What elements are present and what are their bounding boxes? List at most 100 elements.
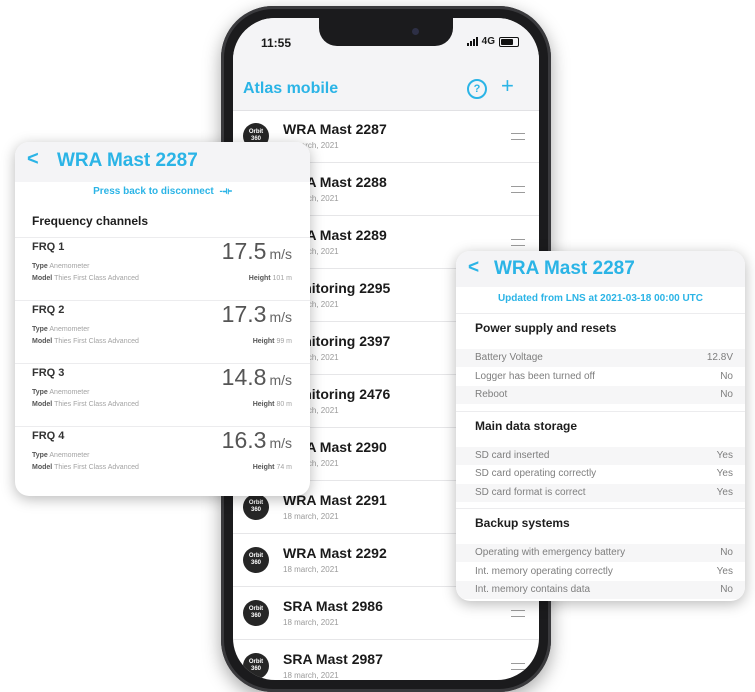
logo-text-line: 360: [250, 666, 261, 672]
drag-handle-icon[interactable]: [511, 133, 525, 140]
frequency-channel[interactable]: FRQ 3 14.8 m/s Type Anemometer Model Thies F…: [15, 363, 310, 424]
network-label: 4G: [481, 36, 495, 47]
status-row: Int. memory contains data No: [456, 581, 745, 599]
frequency-card-header: < WRA Mast 2287: [15, 142, 310, 182]
channel-model: Model Thies First Class Advanced: [32, 338, 139, 345]
channel-model: Model Thies First Class Advanced: [32, 464, 139, 471]
channel-value-unit: m/s: [269, 246, 292, 262]
orbit360-logo: Orbit360: [243, 494, 269, 520]
status-value: Yes: [716, 468, 733, 479]
help-icon[interactable]: ?: [467, 79, 487, 99]
type-value: Anemometer: [49, 389, 90, 396]
model-label: Model: [32, 275, 53, 282]
channel-label: FRQ 2: [32, 304, 65, 316]
station-name: SRA Mast 2987: [283, 651, 383, 667]
model-label: Model: [32, 338, 53, 345]
status-key: SD card inserted: [475, 449, 550, 461]
channel-value: 16.3 m/s: [222, 427, 292, 454]
frequency-card-title: WRA Mast 2287: [57, 150, 198, 171]
channel-type: Type Anemometer: [32, 452, 89, 459]
back-chevron-icon[interactable]: <: [468, 257, 479, 279]
type-value: Anemometer: [49, 452, 90, 459]
station-date: 18 march, 2021: [283, 512, 339, 521]
model-label: Model: [32, 464, 53, 471]
channel-value-number: 17.5: [221, 238, 267, 264]
type-label: Type: [32, 263, 48, 270]
frequency-channel[interactable]: FRQ 1 17.5 m/s Type Anemometer Model Thies F…: [15, 237, 310, 298]
height-label: Height: [252, 338, 275, 345]
status-key: SD card operating correctly: [475, 468, 597, 479]
back-chevron-icon[interactable]: <: [27, 148, 39, 171]
model-value: Thies First Class Advanced: [54, 338, 139, 345]
channel-type: Type Anemometer: [32, 326, 89, 333]
height-label: Height: [252, 401, 275, 408]
height-value: 74 m: [276, 464, 292, 471]
status-row: SD card inserted Yes: [456, 446, 745, 465]
status-indicators: 4G: [466, 36, 519, 47]
type-label: Type: [32, 326, 48, 333]
status-value: No: [720, 547, 733, 558]
logo-text-line: Orbit: [248, 606, 264, 612]
station-date: 18 march, 2021: [283, 565, 339, 574]
status-card-title: WRA Mast 2287: [494, 258, 635, 279]
channel-height: Height 99 m: [253, 338, 292, 345]
orbit360-logo: Orbit360: [243, 600, 269, 626]
group-divider: [456, 410, 745, 412]
disconnect-text: Press back to disconnect: [93, 186, 214, 197]
status-card-header: < WRA Mast 2287: [456, 251, 745, 287]
frequency-channel[interactable]: FRQ 2 17.3 m/s Type Anemometer Model Thies F…: [15, 300, 310, 361]
add-icon[interactable]: +: [501, 74, 514, 98]
status-row: SD card operating correctly Yes: [456, 465, 745, 483]
channel-value-number: 14.8: [221, 364, 267, 390]
logo-text-line: Orbit: [248, 500, 264, 506]
status-row: SD card format is correct Yes: [456, 483, 745, 502]
channel-value-unit: m/s: [269, 372, 292, 388]
app-header: Atlas mobile ? +: [233, 58, 539, 111]
station-name: SRA Mast 2986: [283, 598, 383, 614]
height-label: Height: [252, 464, 275, 471]
channel-value: 17.3 m/s: [222, 301, 292, 328]
status-time: 11:55: [261, 36, 292, 50]
station-row[interactable]: Orbit 360 SRA Mast 2987 18 march, 2021: [233, 640, 539, 680]
status-key: Battery Voltage: [475, 352, 543, 363]
channel-height: Height 80 m: [253, 401, 292, 408]
status-key: Reboot: [475, 389, 508, 400]
frequency-channel[interactable]: FRQ 4 16.3 m/s Type Anemometer Model Thies F…: [15, 426, 310, 487]
status-value: 12.8V: [706, 352, 733, 363]
logo-text-line: Orbit: [248, 553, 264, 559]
phone-notch: [319, 18, 453, 46]
orbit360-logo: Orbit360: [243, 653, 269, 679]
type-label: Type: [32, 452, 48, 459]
logo-text-line: Orbit: [248, 659, 264, 665]
channel-value: 14.8 m/s: [222, 364, 292, 391]
disconnect-hint: Press back to disconnect -⟛: [15, 186, 310, 197]
status-row: Logger has been turned off No: [456, 368, 745, 386]
status-value: Yes: [716, 486, 733, 498]
channel-type: Type Anemometer: [32, 263, 89, 270]
type-value: Anemometer: [49, 263, 90, 270]
status-row: Battery Voltage 12.8V: [456, 349, 745, 367]
channel-value: 17.5 m/s: [222, 238, 292, 265]
model-value: Thies First Class Advanced: [54, 464, 139, 471]
height-value: 80 m: [276, 401, 292, 408]
status-row: Operating with emergency battery No: [456, 544, 745, 562]
status-key: SD card format is correct: [475, 486, 586, 498]
channel-height: Height 74 m: [253, 464, 292, 471]
model-value: Thies First Class Advanced: [54, 401, 139, 408]
status-value: Yes: [716, 449, 733, 461]
status-group-title: Main data storage: [475, 418, 578, 433]
status-group-title: Backup systems: [475, 516, 570, 530]
height-value: 99 m: [276, 338, 292, 345]
model-label: Model: [32, 401, 53, 408]
channel-value-unit: m/s: [269, 435, 292, 451]
drag-handle-icon[interactable]: [511, 610, 525, 617]
drag-handle-icon[interactable]: [511, 239, 525, 246]
type-value: Anemometer: [49, 326, 90, 333]
signal-icon: [466, 37, 478, 46]
status-value: No: [720, 370, 733, 382]
drag-handle-icon[interactable]: [511, 186, 525, 193]
type-label: Type: [32, 389, 48, 396]
model-value: Thies First Class Advanced: [54, 275, 139, 282]
status-key: Int. memory contains data: [475, 584, 591, 595]
drag-handle-icon[interactable]: [511, 663, 525, 670]
